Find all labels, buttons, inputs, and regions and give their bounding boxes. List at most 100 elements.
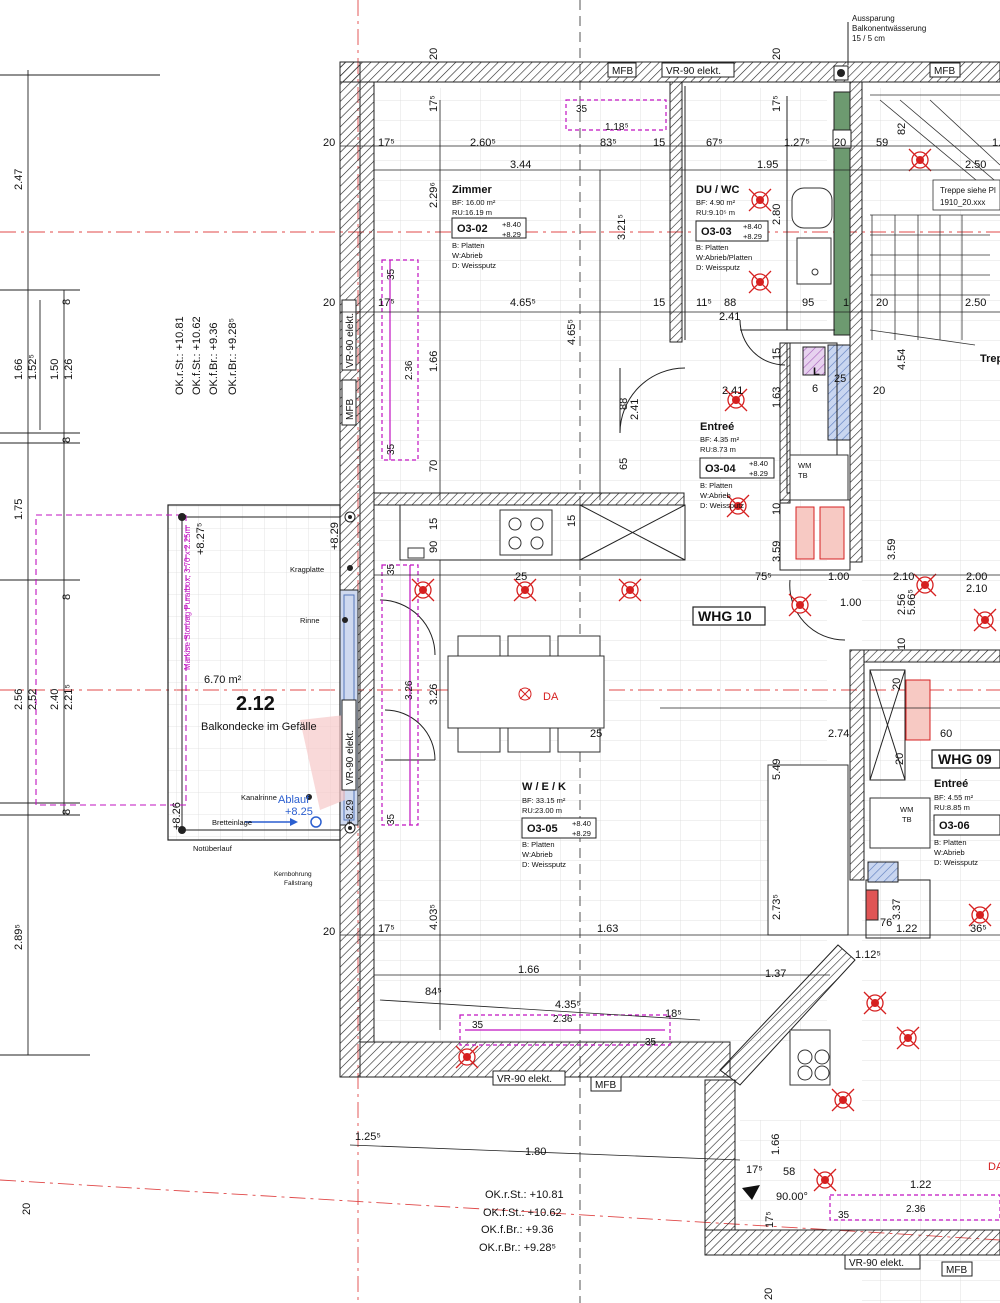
svg-text:BF: 4.55 m²: BF: 4.55 m²	[934, 793, 974, 802]
svg-text:Fallstrang: Fallstrang	[284, 880, 313, 887]
svg-text:Zimmer: Zimmer	[452, 184, 492, 196]
dim-v-247: 2.47	[13, 169, 25, 190]
svg-text:5.66⁵: 5.66⁵	[906, 589, 918, 615]
balcony-number: 2.12	[236, 693, 275, 715]
svg-text:W:Abrieb: W:Abrieb	[522, 850, 553, 859]
svg-text:2.50: 2.50	[965, 297, 986, 309]
svg-text:1.25⁵: 1.25⁵	[355, 1131, 381, 1143]
svg-text:59: 59	[876, 137, 888, 149]
svg-text:35: 35	[386, 443, 397, 455]
svg-text:W:Abrieb: W:Abrieb	[934, 848, 965, 857]
svg-text:2.73⁵: 2.73⁵	[771, 894, 783, 920]
svg-text:1.27⁵: 1.27⁵	[784, 137, 810, 149]
svg-text:1.63: 1.63	[771, 387, 783, 408]
svg-text:Notüberlauf: Notüberlauf	[193, 844, 233, 853]
note-line1: Aussparung	[852, 14, 895, 23]
svg-text:20: 20	[876, 297, 888, 309]
svg-text:15: 15	[428, 518, 440, 530]
svg-text:OK.r.Br.: +9.28⁵: OK.r.Br.: +9.28⁵	[479, 1242, 556, 1254]
svg-text:20: 20	[323, 137, 335, 149]
svg-text:Balkondecke im Gefälle: Balkondecke im Gefälle	[201, 721, 317, 733]
svg-text:W / E / K: W / E / K	[522, 781, 566, 793]
svg-text:83⁵: 83⁵	[600, 137, 617, 149]
svg-text:Entreé: Entreé	[700, 421, 734, 433]
dim-v-150: 1.50	[49, 359, 61, 380]
svg-text:8: 8	[61, 437, 73, 443]
svg-text:17⁵: 17⁵	[764, 1211, 776, 1228]
svg-text:B: Platten: B: Platten	[696, 243, 729, 252]
svg-text:B: Platten: B: Platten	[452, 241, 485, 250]
svg-text:2.52: 2.52	[27, 689, 39, 710]
svg-text:BF: 16.00 m²: BF: 16.00 m²	[452, 198, 496, 207]
svg-text:OK.f.St.: +10.62: OK.f.St.: +10.62	[483, 1207, 562, 1219]
svg-text:BF: 4.90 m²: BF: 4.90 m²	[696, 198, 736, 207]
svg-text:Bretteinlage: Bretteinlage	[212, 818, 252, 827]
svg-text:17⁵: 17⁵	[378, 923, 395, 935]
svg-text:15: 15	[566, 515, 578, 527]
floor-plan: 2.47 1.66 1.52⁵ 1.50 1.26 8 8 1.75 8 2.5…	[0, 0, 1000, 1303]
svg-text:D: Weissputz: D: Weissputz	[522, 860, 566, 869]
svg-text:95: 95	[802, 297, 814, 309]
svg-text:B: Platten: B: Platten	[934, 838, 967, 847]
svg-text:18⁵: 18⁵	[665, 1008, 682, 1020]
svg-text:+8.29: +8.29	[572, 829, 591, 838]
svg-text:20: 20	[323, 926, 335, 938]
svg-text:Entreé: Entreé	[934, 778, 968, 790]
svg-text:+8.40: +8.40	[743, 222, 762, 231]
svg-text:OK.r.St.: +10.81: OK.r.St.: +10.81	[485, 1189, 564, 1201]
svg-text:TB: TB	[902, 815, 912, 824]
svg-text:1.95: 1.95	[757, 159, 778, 171]
window-label-vr90: VR-90 elekt.	[345, 313, 356, 368]
unit-whg09: WHG 09	[938, 751, 992, 767]
svg-text:VR-90 elekt.: VR-90 elekt.	[849, 1258, 904, 1269]
svg-text:2.60⁵: 2.60⁵	[470, 137, 496, 149]
svg-text:20: 20	[894, 753, 906, 765]
svg-text:20: 20	[763, 1288, 775, 1300]
note-line2: Balkonentwässerung	[852, 24, 926, 33]
svg-text:+8.29: +8.29	[345, 799, 356, 825]
levels-left: OK.r.St.: +10.81 OK.f.St.: +10.62 OK.f.B…	[174, 316, 239, 395]
svg-text:20: 20	[771, 48, 783, 60]
svg-text:3.26: 3.26	[428, 684, 440, 705]
svg-text:D: Weissputz: D: Weissputz	[696, 263, 740, 272]
svg-text:88: 88	[724, 297, 736, 309]
svg-text:OK.r.St.: +10.81: OK.r.St.: +10.81	[174, 316, 186, 395]
svg-text:1.66: 1.66	[770, 1134, 782, 1155]
svg-text:4.03⁵: 4.03⁵	[428, 904, 440, 930]
svg-text:2.41: 2.41	[722, 385, 743, 397]
svg-text:BF: 33.15 m²: BF: 33.15 m²	[522, 796, 566, 805]
svg-text:+8.25: +8.25	[285, 806, 313, 818]
svg-text:2.10: 2.10	[893, 571, 914, 583]
svg-text:L: L	[813, 366, 820, 378]
dim-v-175: 1.75	[13, 499, 25, 520]
note-line3: 15 / 5 cm	[852, 34, 885, 43]
svg-text:25: 25	[515, 571, 527, 583]
svg-text:70: 70	[428, 460, 440, 472]
svg-text:35: 35	[838, 1210, 850, 1221]
levels-bottom: OK.r.St.: +10.81 OK.f.St.: +10.62 OK.f.B…	[479, 1189, 564, 1254]
svg-text:OK.f.Br.: +9.36: OK.f.Br.: +9.36	[208, 323, 220, 395]
svg-text:10: 10	[771, 503, 783, 515]
svg-text:DU / WC: DU / WC	[696, 184, 739, 196]
svg-text:20: 20	[323, 297, 335, 309]
svg-text:6: 6	[812, 383, 818, 395]
svg-text:90: 90	[428, 541, 440, 553]
dim-v-152: 1.52⁵	[27, 354, 39, 380]
svg-text:2.10: 2.10	[966, 583, 987, 595]
svg-text:BF: 4.35 m²: BF: 4.35 m²	[700, 435, 740, 444]
svg-text:2.36: 2.36	[906, 1204, 926, 1215]
svg-text:+8.29: +8.29	[502, 230, 521, 239]
svg-text:D: Weissputz: D: Weissputz	[700, 501, 744, 510]
svg-text:4.54: 4.54	[896, 349, 908, 370]
svg-text:Kanalrinne: Kanalrinne	[241, 793, 277, 802]
svg-text:MFB: MFB	[934, 66, 955, 77]
svg-text:W:Abrieb: W:Abrieb	[452, 251, 483, 260]
svg-text:20: 20	[873, 385, 885, 397]
svg-text:82: 82	[896, 123, 908, 135]
svg-text:3.21⁵: 3.21⁵	[616, 214, 628, 240]
svg-text:2.29⁶: 2.29⁶	[428, 182, 440, 208]
svg-text:20: 20	[834, 137, 846, 149]
svg-text:RU:8.85 m: RU:8.85 m	[934, 803, 970, 812]
svg-text:Treppe siehe Pl: Treppe siehe Pl	[940, 186, 996, 195]
svg-text:Rinne: Rinne	[300, 616, 320, 625]
